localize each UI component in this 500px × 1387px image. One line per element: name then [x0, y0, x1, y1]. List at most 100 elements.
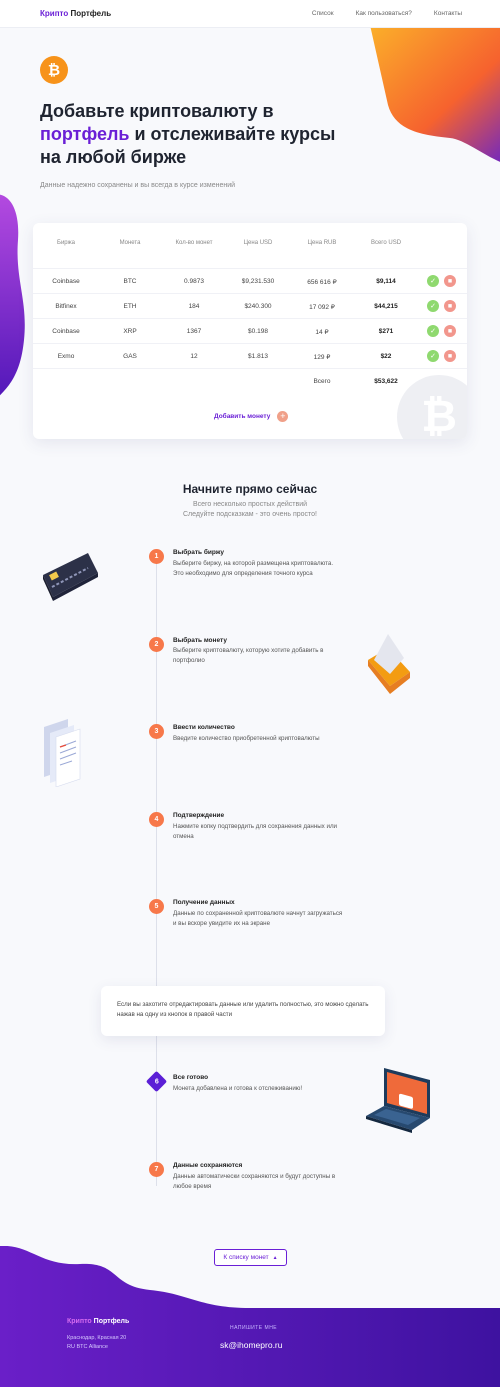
footer-write-label: НАПИШИТЕ МНЕ — [230, 1325, 278, 1331]
cell-total: $9,114 — [376, 278, 396, 285]
delete-button[interactable]: ■ — [444, 325, 456, 337]
add-coin-button[interactable]: Добавить монету + — [214, 411, 289, 422]
edit-button[interactable]: ✓ — [427, 350, 439, 362]
chevron-up-icon: ▲ — [272, 1254, 278, 1261]
cell-total: $271 — [378, 328, 394, 335]
hero-subtitle: Данные надежно сохранены и вы всегда в к… — [40, 182, 236, 189]
back-to-list-label: К списку монет — [223, 1254, 269, 1261]
col-coin: Монета — [119, 240, 141, 246]
hero-title-line-3: на любой бирже — [40, 147, 187, 167]
table-row: Coinbase XRP 1367 $0.198 14 ₽ $271 ✓ ■ — [33, 318, 467, 343]
credit-card-icon — [43, 553, 98, 601]
step-7-badge: 7 — [149, 1162, 164, 1177]
col-price-rub: Цена RUB — [307, 240, 337, 246]
footer-address-line-1: Краснодар, Красная 20 — [67, 1335, 127, 1341]
footer-logo-part-2: Портфель — [93, 1318, 130, 1325]
nav-list-link[interactable]: Список — [312, 10, 334, 17]
step-1-title: Выбрать биржу — [173, 549, 224, 556]
col-exchange: Биржа — [57, 240, 75, 246]
table-header: Биржа Монета Кол-во монет Цена USD Цена … — [33, 240, 467, 252]
step-5-badge: 5 — [149, 899, 164, 914]
cell-usd: $0.198 — [248, 328, 268, 335]
delete-button[interactable]: ■ — [444, 275, 456, 287]
documents-icon — [44, 719, 81, 787]
edit-button[interactable]: ✓ — [427, 325, 439, 337]
purple-wave-blob — [0, 194, 25, 396]
table-row: Coinbase BTC 0.9873 $9,231.530 656 616 ₽… — [33, 268, 467, 293]
step-6-badge: 6 — [145, 1070, 168, 1093]
cell-total: $22 — [380, 353, 392, 360]
footer-logo[interactable]: Крипто Портфель — [67, 1318, 129, 1325]
step-3-title: Ввести количество — [173, 724, 235, 731]
step-1-desc: Выберите биржу, на которой размещена кри… — [173, 560, 334, 577]
nav-contacts-link[interactable]: Контакты — [434, 10, 462, 17]
plus-icon: + — [277, 411, 289, 422]
step-5-title: Получение данных — [173, 899, 235, 906]
cell-rub: 656 616 ₽ — [307, 279, 337, 286]
step-number: 5 — [154, 903, 159, 910]
step-3-desc: Введите количество приобретенной криптов… — [173, 735, 320, 742]
step-7-title: Данные сохраняются — [173, 1162, 243, 1169]
step-number: 6 — [154, 1078, 159, 1085]
col-amount: Кол-во монет — [175, 240, 213, 246]
orange-gradient-blob — [370, 25, 500, 162]
step-4-desc: Нажмите копку подтвердить для сохранения… — [173, 823, 338, 840]
cell-usd: $240.300 — [244, 303, 272, 310]
hero-title-line-2: и отслеживайте курсы — [129, 124, 336, 144]
step-4-title: Подтверждение — [173, 812, 225, 819]
logo[interactable]: Крипто Портфель — [40, 9, 111, 18]
delete-button[interactable]: ■ — [444, 350, 456, 362]
cell-amount: 1367 — [186, 328, 202, 335]
cell-exchange: Coinbase — [52, 328, 80, 335]
cell-exchange: Exmo — [57, 353, 75, 360]
steps-subtitle-line-1: Всего несколько простых действий — [192, 501, 308, 508]
hero-title: Добавьте криптовалюту в портфель и отсле… — [40, 100, 360, 169]
table-total-row: Всего $53,622 — [33, 368, 467, 393]
steps-title: Начните прямо сейчас — [182, 482, 318, 496]
footer-email-link[interactable]: sk@ihomepro.ru — [220, 1340, 282, 1350]
logo-part-2: Портфель — [70, 9, 112, 18]
cell-exchange: Coinbase — [52, 278, 80, 285]
cell-coin: XRP — [123, 328, 137, 335]
cell-rub: 129 ₽ — [313, 354, 331, 361]
edit-button[interactable]: ✓ — [427, 300, 439, 312]
footer-address: Краснодар, Красная 20 RU BTC Alliance — [67, 1334, 126, 1352]
cell-usd: $9,231.530 — [241, 278, 275, 285]
step-2-badge: 2 — [149, 637, 164, 652]
table-row: Bitfinex ETH 184 $240.300 17 092 ₽ $44,2… — [33, 293, 467, 318]
cell-coin: GAS — [123, 353, 137, 360]
step-5-desc: Данные по сохраненной криптовалюте начну… — [173, 910, 343, 927]
cell-rub: 14 ₽ — [315, 329, 329, 336]
edit-button[interactable]: ✓ — [427, 275, 439, 287]
add-coin-label: Добавить монету — [214, 413, 271, 420]
step-number: 4 — [154, 816, 159, 823]
steps-subtitle-line-2: Следуйте подсказкам - это очень просто! — [183, 511, 317, 518]
back-to-list-button[interactable]: К списку монет ▲ — [214, 1249, 287, 1266]
header: Крипто Портфель Список Как пользоваться?… — [0, 0, 500, 28]
delete-button[interactable]: ■ — [444, 300, 456, 312]
edit-hint-card: Если вы захотите отредактировать данные … — [101, 986, 385, 1036]
step-7-desc: Данные автоматически сохраняются и будут… — [173, 1173, 336, 1190]
bitcoin-icon: ₿ — [40, 56, 68, 84]
hero-title-highlight: портфель — [40, 124, 130, 144]
footer-wave-background — [0, 1246, 500, 1387]
step-1-badge: 1 — [149, 549, 164, 564]
step-number: 1 — [154, 553, 159, 560]
cell-exchange: Bitfinex — [55, 303, 77, 310]
laptop-icon — [366, 1068, 430, 1133]
footer-address-line-2: RU BTC Alliance — [67, 1344, 108, 1350]
step-number: 3 — [154, 728, 159, 735]
nav-howto-link[interactable]: Как пользоваться? — [356, 10, 412, 17]
logo-part-1: Крипто — [40, 9, 69, 18]
step-number: 2 — [154, 641, 159, 648]
step-6-desc: Монета добавлена и готова к отслеживанию… — [173, 1085, 303, 1092]
step-2-desc: Выберите криптовалюту, которую хотите до… — [173, 647, 324, 664]
cell-total: $44,215 — [374, 303, 398, 310]
step-number: 7 — [154, 1166, 159, 1173]
cell-amount: 184 — [188, 303, 200, 310]
footer-logo-part-1: Крипто — [67, 1318, 92, 1325]
col-total-usd: Всего USD — [370, 240, 402, 246]
main-nav: Список Как пользоваться? Контакты — [312, 10, 462, 17]
cell-amount: 12 — [190, 353, 198, 360]
hero-title-line-1: Добавьте криптовалюту в — [40, 101, 274, 121]
